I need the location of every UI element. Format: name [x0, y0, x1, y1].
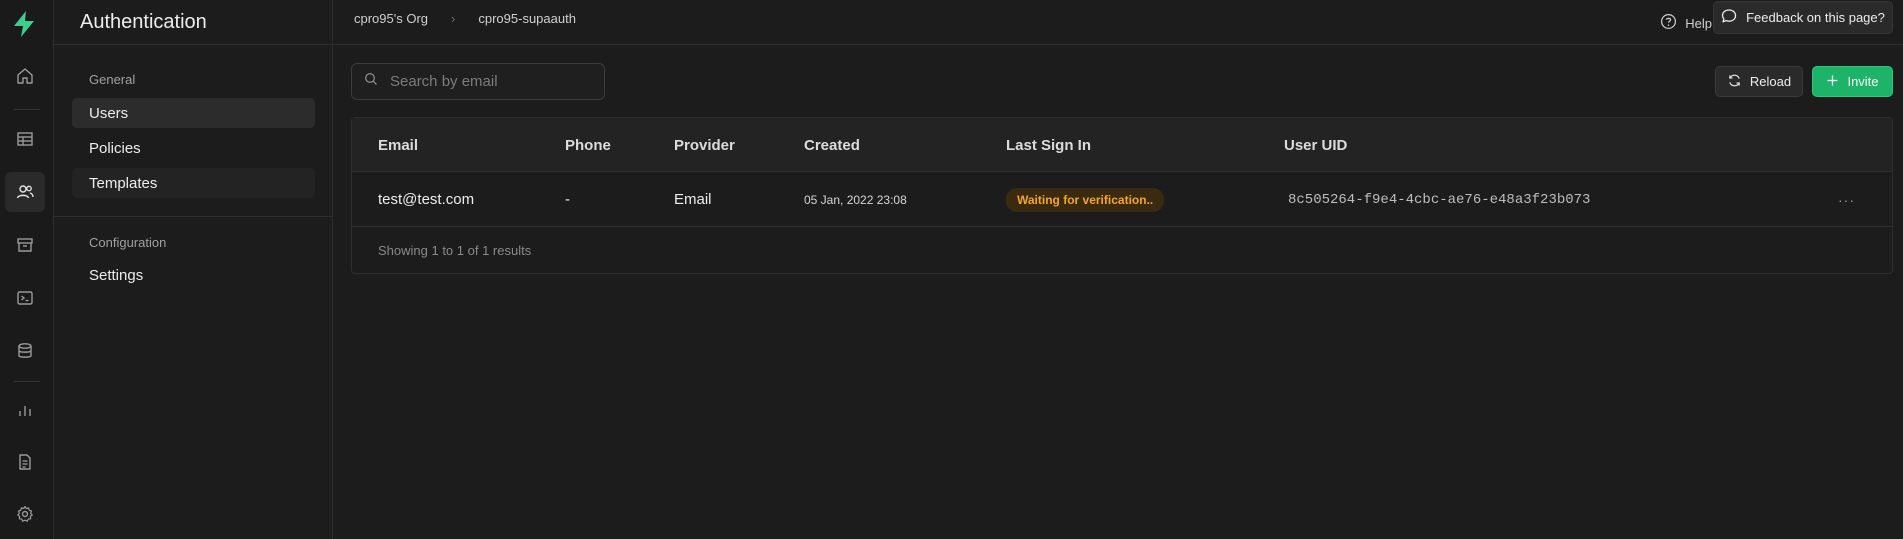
status-badge: Waiting for verification.. — [1006, 187, 1165, 212]
reload-button[interactable]: Reload — [1715, 66, 1803, 97]
invite-label: Invite — [1847, 74, 1879, 89]
sidebar-item-policies[interactable]: Policies — [72, 133, 315, 163]
supabase-logo-icon[interactable] — [9, 9, 39, 39]
sidebar-item-label: Policies — [89, 139, 141, 157]
column-header-created[interactable]: Created — [804, 118, 860, 172]
message-bubble-icon — [1721, 8, 1737, 27]
search-input[interactable] — [390, 73, 590, 90]
home-icon[interactable] — [5, 56, 45, 96]
sidebar-item-label: Settings — [89, 266, 144, 284]
group-label-general: General — [89, 72, 136, 87]
icon-rail — [0, 0, 54, 539]
cell-phone: - — [565, 191, 570, 208]
rail-divider — [14, 381, 40, 382]
top-bar: cpro95's Org › cpro95-supaauth Help Feed… — [333, 0, 1903, 45]
help-label: Help — [1685, 15, 1712, 31]
settings-gear-icon[interactable] — [5, 494, 45, 534]
breadcrumb-project[interactable]: cpro95-supaauth — [478, 11, 576, 26]
breadcrumb-separator: › — [451, 10, 456, 26]
cell-last-sign-in: Waiting for verification.. — [1006, 172, 1165, 227]
cell-created: 05 Jan, 2022 23:08 — [804, 192, 907, 207]
row-actions-button[interactable]: ··· — [1838, 172, 1855, 227]
results-count: Showing 1 to 1 of 1 results — [378, 242, 532, 258]
feedback-label: Feedback on this page? — [1746, 10, 1885, 25]
column-header-last-sign-in[interactable]: Last Sign In — [1006, 118, 1091, 172]
search-icon — [364, 72, 378, 91]
reload-label: Reload — [1749, 74, 1792, 89]
sidebar-item-templates[interactable]: Templates — [72, 168, 315, 198]
feedback-button[interactable]: Feedback on this page? — [1713, 1, 1893, 34]
group-label-configuration: Configuration — [89, 235, 167, 250]
column-header-phone[interactable]: Phone — [565, 118, 611, 172]
auth-sidebar: Authentication General Users Policies Te… — [54, 0, 333, 539]
sidebar-item-settings[interactable]: Settings — [72, 260, 315, 290]
more-horizontal-icon: ··· — [1838, 191, 1855, 208]
search-box[interactable] — [351, 63, 605, 100]
sql-editor-icon[interactable] — [5, 278, 45, 318]
invite-button[interactable]: Invite — [1812, 66, 1893, 97]
rail-divider — [14, 109, 40, 110]
authentication-icon[interactable] — [5, 172, 45, 212]
column-header-provider[interactable]: Provider — [674, 118, 735, 172]
users-table: Email Phone Provider Created Last Sign I… — [351, 117, 1893, 274]
storage-icon[interactable] — [5, 225, 45, 265]
cell-user-uid: 8c505264-f9e4-4cbc-ae76-e48a3f23b073 — [1288, 191, 1591, 208]
refresh-icon — [1727, 73, 1742, 91]
cell-provider: Email — [674, 191, 712, 208]
sidebar-title: Authentication — [80, 10, 207, 33]
cell-email: test@test.com — [378, 191, 475, 208]
help-button[interactable]: Help — [1660, 9, 1712, 37]
column-header-user-uid[interactable]: User UID — [1284, 118, 1347, 172]
breadcrumb-org[interactable]: cpro95's Org — [354, 11, 428, 26]
reports-icon[interactable] — [5, 390, 45, 430]
column-header-email[interactable]: Email — [378, 118, 418, 172]
database-icon[interactable] — [5, 331, 45, 371]
sidebar-header: Authentication — [54, 0, 332, 45]
table-footer: Showing 1 to 1 of 1 results — [352, 227, 1892, 273]
table-row[interactable]: test@test.com - Email 05 Jan, 2022 23:08… — [352, 172, 1892, 227]
table-editor-icon[interactable] — [5, 119, 45, 159]
table-header: Email Phone Provider Created Last Sign I… — [352, 118, 1892, 172]
sidebar-divider — [54, 216, 333, 217]
sidebar-item-label: Users — [89, 104, 129, 122]
sidebar-item-users[interactable]: Users — [72, 98, 315, 128]
breadcrumb: cpro95's Org › cpro95-supaauth — [333, 11, 576, 26]
sidebar-item-label: Templates — [89, 174, 158, 192]
api-docs-icon[interactable] — [5, 442, 45, 482]
help-circle-icon — [1660, 13, 1677, 33]
plus-icon — [1826, 74, 1839, 90]
